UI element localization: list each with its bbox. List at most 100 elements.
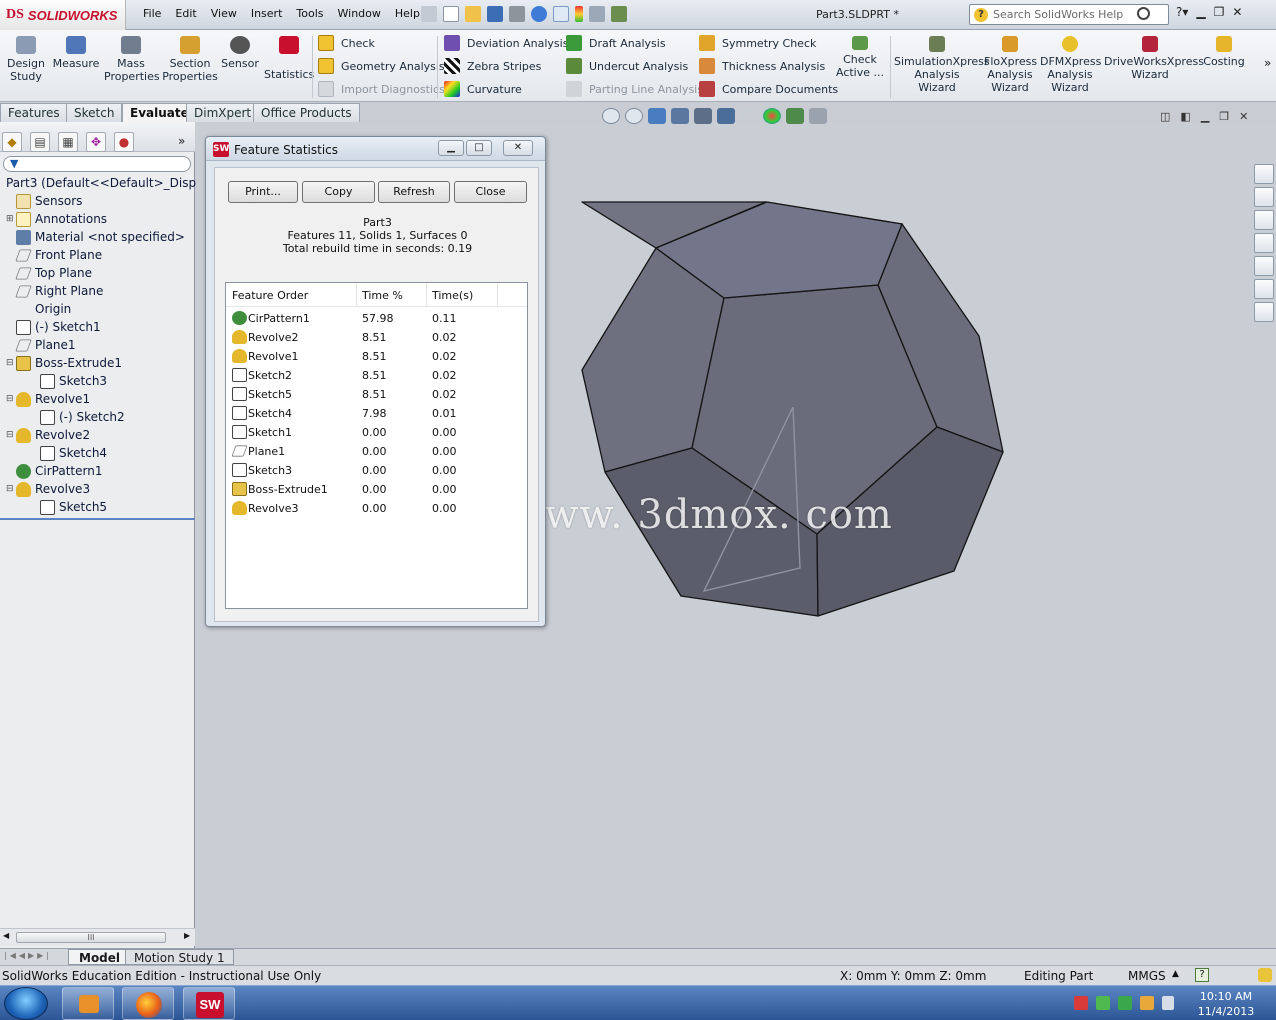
rebuild-status-icon[interactable] xyxy=(1258,968,1272,982)
table-row[interactable]: Sketch2 8.51 0.02 xyxy=(226,366,527,385)
scroll-left-icon[interactable]: ◀ xyxy=(3,931,9,940)
file-properties-icon[interactable] xyxy=(589,6,605,22)
copy-button[interactable]: Copy xyxy=(302,181,375,203)
system-clock[interactable]: 10:10 AM 11/4/2013 xyxy=(1196,989,1256,1019)
display-manager-tab-icon[interactable]: ● xyxy=(114,132,134,152)
tab-office-products[interactable]: Office Products xyxy=(253,103,360,122)
options-icon[interactable] xyxy=(611,6,627,22)
table-row[interactable]: CirPattern1 57.98 0.11 xyxy=(226,309,527,328)
scrollbar-thumb[interactable]: III xyxy=(16,932,166,943)
pin-icon[interactable] xyxy=(421,6,437,22)
table-row[interactable]: Revolve2 8.51 0.02 xyxy=(226,328,527,347)
feature-tree-filter-input[interactable]: ▼ xyxy=(3,156,191,172)
feature-tree-item[interactable]: Material <not specified> xyxy=(0,228,195,246)
check-active-button[interactable]: Check Active ... xyxy=(834,36,886,79)
table-row[interactable]: Plane1 0.00 0.00 xyxy=(226,442,527,461)
table-row[interactable]: Boss-Extrude1 0.00 0.00 xyxy=(226,480,527,499)
column-header-feature-order[interactable]: Feature Order xyxy=(232,289,308,302)
solidworks-logo[interactable]: DS SOLIDWORKS xyxy=(0,0,126,30)
feature-tree-item[interactable]: Sensors xyxy=(0,192,195,210)
windows-start-button[interactable] xyxy=(4,987,48,1020)
menu-insert[interactable]: Insert xyxy=(244,6,290,21)
dialog-close-button[interactable]: ✕ xyxy=(503,140,533,156)
geometry-analysis-button[interactable]: Geometry Analysis xyxy=(318,58,445,74)
new-document-icon[interactable] xyxy=(443,6,459,22)
column-divider[interactable] xyxy=(426,283,427,307)
taskbar-solidworks[interactable]: SW xyxy=(183,987,235,1020)
print-icon[interactable] xyxy=(509,6,525,22)
unit-system[interactable]: MMGS xyxy=(1128,969,1166,983)
design-study-button[interactable]: Design Study xyxy=(6,36,46,83)
sensor-button[interactable]: Sensor xyxy=(220,36,260,70)
rollback-bar[interactable] xyxy=(0,518,195,520)
tab-scroll-arrows-icon[interactable]: |◀◀▶▶| xyxy=(4,951,52,960)
column-divider[interactable] xyxy=(356,283,357,307)
simulationxpress-button[interactable]: SimulationXpress Analysis Wizard xyxy=(894,36,990,94)
column-divider[interactable] xyxy=(497,283,498,307)
feature-tree-item[interactable]: Part3 (Default<<Default>_Displ xyxy=(0,174,199,192)
feature-tree-item[interactable]: ⊟ Boss-Extrude1 xyxy=(0,354,195,372)
thickness-analysis-button[interactable]: Thickness Analysis xyxy=(699,58,825,74)
undercut-analysis-button[interactable]: Undercut Analysis xyxy=(566,58,688,74)
feature-statistics-table[interactable]: Feature Order Time % Time(s) CirPattern1… xyxy=(225,282,528,609)
tab-model[interactable]: Model xyxy=(68,949,132,965)
menu-edit[interactable]: Edit xyxy=(168,6,203,21)
taskbar-firefox[interactable] xyxy=(122,987,174,1020)
save-icon[interactable] xyxy=(487,6,503,22)
feature-tree-horizontal-scrollbar[interactable]: ◀ III ▶ xyxy=(0,928,195,946)
print-button[interactable]: Print... xyxy=(228,181,298,203)
close-icon[interactable]: ✕ xyxy=(1232,5,1242,19)
dialog-maximize-button[interactable]: □ xyxy=(466,140,492,156)
solidworks-resources-icon[interactable] xyxy=(1254,164,1274,184)
restore-icon[interactable]: ❐ xyxy=(1214,5,1225,19)
close-button[interactable]: Close xyxy=(454,181,527,203)
tray-update-icon[interactable] xyxy=(1140,996,1154,1010)
import-diagnostics-button[interactable]: Import Diagnostics xyxy=(318,81,445,97)
search-help-input[interactable]: ? Search SolidWorks Help xyxy=(969,4,1169,25)
menu-tools[interactable]: Tools xyxy=(289,6,330,21)
floxpress-button[interactable]: FloXpress Analysis Wizard xyxy=(984,36,1037,94)
feature-tree-item[interactable]: Origin xyxy=(0,300,195,318)
tray-volume-icon[interactable] xyxy=(1162,996,1174,1010)
table-row[interactable]: Revolve3 0.00 0.00 xyxy=(226,499,527,518)
tab-sketch[interactable]: Sketch xyxy=(66,103,123,122)
tree-expand-toggle-icon[interactable]: ⊟ xyxy=(6,430,14,440)
minimize-icon[interactable]: ▁ xyxy=(1196,5,1205,19)
home-icon[interactable] xyxy=(1254,187,1274,207)
search-icon[interactable] xyxy=(1137,7,1150,20)
menu-file[interactable]: File xyxy=(136,6,168,21)
zebra-stripes-button[interactable]: Zebra Stripes xyxy=(444,58,541,74)
feature-tree-item[interactable]: ⊞ Annotations xyxy=(0,210,195,228)
view-palette-icon[interactable] xyxy=(1254,256,1274,276)
measure-button[interactable]: Measure xyxy=(52,36,100,70)
parting-line-analysis-button[interactable]: Parting Line Analysis xyxy=(566,81,703,97)
symmetry-check-button[interactable]: Symmetry Check xyxy=(699,35,816,51)
scroll-right-icon[interactable]: ▶ xyxy=(184,931,190,940)
column-header-time-percent[interactable]: Time % xyxy=(362,289,403,302)
tab-dimxpert[interactable]: DimXpert xyxy=(186,103,260,122)
configuration-manager-tab-icon[interactable]: ▦ xyxy=(58,132,78,152)
file-explorer-icon[interactable] xyxy=(1254,233,1274,253)
table-row[interactable]: Revolve1 8.51 0.02 xyxy=(226,347,527,366)
feature-tree-item[interactable]: Sketch5 xyxy=(0,498,195,516)
tree-expand-toggle-icon[interactable]: ⊟ xyxy=(6,484,14,494)
custom-properties-icon[interactable] xyxy=(1254,302,1274,322)
table-row[interactable]: Sketch5 8.51 0.02 xyxy=(226,385,527,404)
tree-expand-toggle-icon[interactable]: ⊟ xyxy=(6,358,14,368)
feature-tree-item[interactable]: ⊟ Revolve2 xyxy=(0,426,195,444)
feature-tree-item[interactable]: Sketch3 xyxy=(0,372,195,390)
section-properties-button[interactable]: Section Properties xyxy=(162,36,218,83)
dfmxpress-button[interactable]: DFMXpress Analysis Wizard xyxy=(1040,36,1101,94)
select-arrow-icon[interactable] xyxy=(553,6,569,22)
table-row[interactable]: Sketch3 0.00 0.00 xyxy=(226,461,527,480)
tree-expand-toggle-icon[interactable]: ⊞ xyxy=(6,214,14,224)
dialog-title-bar[interactable]: SW Feature Statistics ▁ □ ✕ xyxy=(206,137,545,161)
feature-tree-item[interactable]: (-) Sketch1 xyxy=(0,318,195,336)
feature-tree-item[interactable]: Top Plane xyxy=(0,264,195,282)
dimxpert-manager-tab-icon[interactable]: ✥ xyxy=(86,132,106,152)
design-library-icon[interactable] xyxy=(1254,210,1274,230)
feature-tree-item[interactable]: Sketch4 xyxy=(0,444,195,462)
open-folder-icon[interactable] xyxy=(465,6,481,22)
mass-properties-button[interactable]: Mass Properties xyxy=(104,36,160,83)
costing-button[interactable]: Costing xyxy=(1200,36,1248,68)
